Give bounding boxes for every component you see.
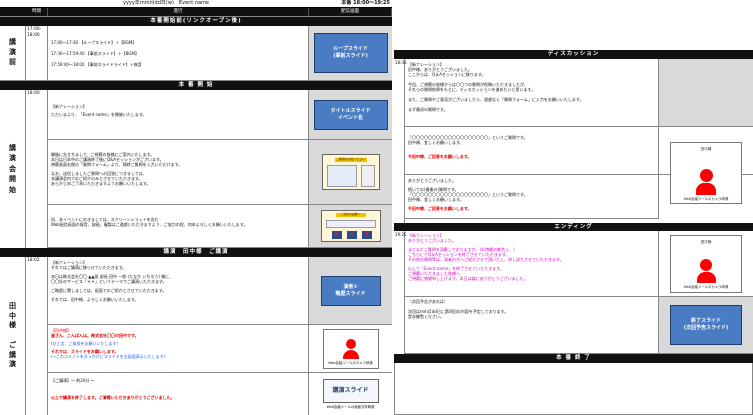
event-title: yyyy年mm月dd日(w) Event name [122,0,209,7]
row-tanaka-time: 18:02 [26,257,48,415]
ending-slide: 終了スライド (次回予告スライド) [670,305,742,345]
row-pre-script: 17:00〜17:30 【ループスライド】＋【BGM】 17:30〜17:59:… [48,26,309,80]
header-media: 配信画面 [309,8,392,16]
question-thumb-screen [326,165,357,187]
disc-cam-label: 田中様 [700,147,712,151]
end-camera: 田中様 Web会議ツールのカメラ映像 [670,234,742,293]
no-copy-icon: ✕ [361,231,372,239]
start-sub-3: 尚、本イベントにおきましては、スクリーンショットを含む Web配信画面の録音、録… [48,205,392,248]
title-slide: タイトルスライド イベント名 [313,99,388,130]
row-pre-media: ループスライド (事前スライド) [309,26,392,80]
no-record-icon: ✕ [331,231,342,239]
end-b2-l3: 是非御覧ください。 [408,314,444,319]
disc-sub-1: 【新ナレーション】 田中様、ありがとうございました。 ここからは、Q＆Aセッショ… [405,59,753,127]
start-sub-1: 【新ナレーション】 ただいまより、「Event name」を開催いたします。 タ… [48,90,392,140]
lecture-slide: 講演スライド [322,378,379,403]
section-ending: エンディング [394,223,753,231]
row-tanaka-name: 田 中 様 ご 講 演 [0,257,26,415]
tanaka-camera-1: Web会議ツールのカメラ映像 [322,328,379,369]
camera-caption: Web会議ツールのカメラ映像 [328,361,373,366]
title-row: yyyy年mm月dd日(w) Event name 本番 18:00〜19:25 [0,0,392,8]
start-sub-2: 開催に先立ちまして、ご視聴の皆様にご案内いたします。 本日は日本中のご講演終了後… [48,140,392,205]
row-tanaka: 田 中 様 ご 講 演 18:02 【新ナレーション】 それではご講演に移らせて… [0,257,392,415]
header-script: 進行 [48,8,309,16]
disc-b2-red: ※田中様、ご回答をお願いします。 [408,154,472,159]
loop-slide: ループスライド (事前スライド) [313,33,388,73]
disc-cam-caption: Web会議ツールのカメラ映像 [683,196,729,201]
disc-b3-red: ※田中様、ご回答をお願いします。 [408,206,472,211]
tanaka-b2-blue2: (→このコメントをきっかけにスライドを全画面表示いたします) [51,354,166,359]
start-b1-l1: ただいまより、「Event name」を開催いたします。 [51,112,147,117]
question-form-thumb: ご質問をお寄せください [321,154,380,190]
bio-slide: 演者① 略歴スライド [320,275,381,306]
cooperation-thumb: ご協力のお願い ✕ ✕ ✕ [320,210,381,242]
end-cam-caption: Web会議ツールのカメラ映像 [683,285,729,290]
row-start: 講 演 会 開 始 18:00 【新ナレーション】 ただいまより、「Event … [0,90,392,248]
end-blank [394,363,753,415]
row-discussion: 18:33 【新ナレーション】 田中様、ありがとうございました。 ここからは、Q… [394,59,753,223]
disc-sub-3: ありがとうございました。 続いての(最後の)質問です。 「〇〇〇〇〇〇〇〇〇〇〇… [405,175,659,219]
end-cam-label: 田中様 [700,239,712,244]
tanaka-b1-l8: それでは、田中様、よろしくお願いいたします。 [51,297,139,302]
cooperation-thumb-title: ご協力のお願い [335,213,366,217]
pre-line-2: 17:30〜17:59:40 【事前スライド】＋【BGM】 [51,51,139,56]
pre-line-1: 17:00〜17:30 【ループスライド】＋【BGM】 [51,40,137,45]
section-start: 本 番 開 始 [0,81,392,90]
end-sub-1: 【新ナレーション】 ありがとうございました。 まだまだご質問を頂戴しておりますが… [405,231,753,297]
end-b1-l8: ご視聴に感謝申し上げます。本日は誠にありがとうございました。 [408,276,528,281]
row-start-time: 18:00 [26,90,48,248]
disc-sub-2: 「〇〇〇〇〇〇〇〇〇〇〇〇〇〇〇〇〇〇〇」というご質問です。 田中様、宜しくお願… [405,127,753,204]
header-row: 時間 進行 配信画面 [0,8,392,17]
speaker-silhouette-icon [696,259,716,284]
section-end: 本 番 終 了 [394,354,753,363]
start-b1-l0: 【新ナレーション】 [51,104,87,109]
end-sub-2: （次回予告があれば） 次回はmm月dd日に第四回の内容を予定しております。 是非… [405,297,753,354]
question-thumb-form [360,165,375,187]
tanaka-sub-2: 【田中様】 皆さん、こんばんは。株式会社〇〇の田中です。 (ひと言、ご挨拶をお願… [48,325,392,373]
row-start-name: 講 演 会 開 始 [0,90,26,248]
no-screenshot-icon: ✕ [346,231,357,239]
speaker-silhouette-icon [342,339,359,360]
pre-line-3: 17:59:40〜18:00 【事前スライドライド】＋無音 [51,62,142,67]
row-disc-time: 18:33 [394,59,407,223]
row-pre-name: 講 演 前 [0,26,26,80]
tanaka-b3-red: 以上で講演を終了します。ご清聴いただきありがとうございました。 [51,395,175,400]
tanaka-sub-1: 【新ナレーション】 それではご講演に移らせていただきます。 本日は株式会社〇〇 … [48,257,392,325]
tanaka-sub-3: 【ご講演】〜 約20分 〜 以上で講演を終了します。ご清聴いただきありがとうござ… [48,373,392,415]
header-time: 時間 [26,8,48,16]
question-thumb-title: ご質問をお寄せください [334,158,367,162]
section-discussion: ディスカッション [394,50,753,59]
row-ending: 19:25 【新ナレーション】 ありがとうございました。 まだまだご質問を頂戴し… [394,231,753,354]
share-caption: Web会議ツールの画面共有映像 [326,404,375,409]
start-b2-l6: あらかじめご了承いただきますようお願いいたします。 [51,181,151,186]
section-pre-opening: 本番開始前(リンクオープン後) [0,17,392,26]
disc-camera: 田中様 Web会議ツールのカメラ映像 [670,142,742,204]
row-pre: 講 演 前 17:00- 18:00 17:00〜17:30 【ループスライド】… [0,26,392,81]
event-time: 本番 18:00〜19:25 [341,0,390,7]
speaker-silhouette-icon [696,168,716,195]
disc-b1-l9: まず最初の質問です。 [408,107,448,112]
row-end-time: 19:25 [394,231,407,354]
left-sheet: yyyy年mm月dd日(w) Event name 本番 18:00〜19:25… [0,0,392,415]
right-sheet: ディスカッション 18:33 【新ナレーション】 田中様、ありがとうございました… [394,50,753,415]
start-b3-l1: Web配信画面の録音、録画、複製はご遠慮いただきますよう、ご協力の程、何卒よろし… [51,222,248,227]
section-tanaka: 講演 田中様 ご講演 [0,248,392,257]
row-pre-time: 17:00- 18:00 [26,26,48,80]
